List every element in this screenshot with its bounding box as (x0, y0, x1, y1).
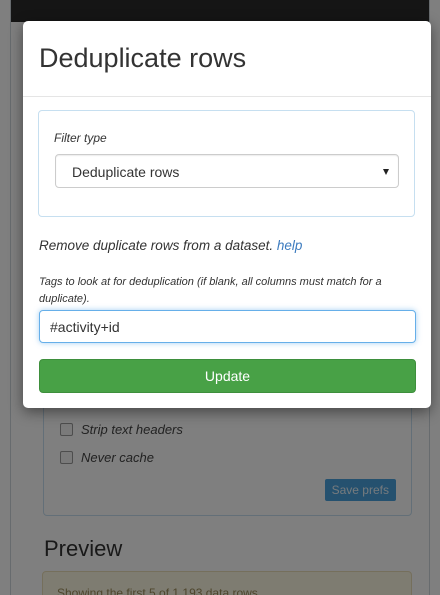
filter-description: Remove duplicate rows from a dataset. he… (39, 238, 302, 253)
modal-title: Deduplicate rows (39, 43, 247, 73)
deduplicate-modal: Deduplicate rows Filter type Deduplicate… (23, 21, 431, 408)
tags-label: Tags to look at for deduplication (if bl… (39, 276, 382, 305)
modal-header-divider (23, 96, 431, 97)
filter-type-select[interactable]: Deduplicate rows (55, 154, 399, 188)
update-button[interactable]: Update (39, 359, 416, 393)
filter-description-text: Remove duplicate rows from a dataset. (39, 238, 277, 253)
help-link[interactable]: help (277, 238, 303, 253)
filter-type-label: Filter type (54, 131, 107, 145)
caret-down-icon (383, 169, 389, 175)
screen: Strip text headers Never cache Save pref… (0, 0, 440, 595)
tags-input[interactable] (39, 310, 416, 343)
filter-type-panel: Filter type Deduplicate rows (38, 110, 415, 217)
filter-type-selected-value: Deduplicate rows (72, 164, 180, 180)
